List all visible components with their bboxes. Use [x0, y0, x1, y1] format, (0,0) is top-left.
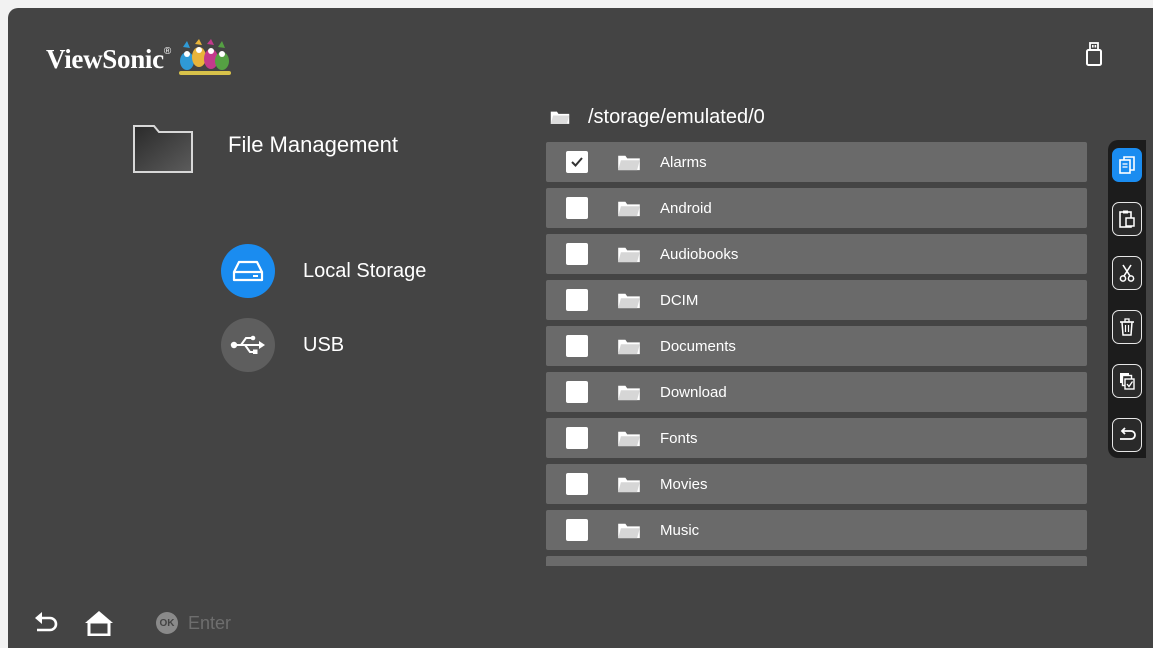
row-checkbox[interactable]: [566, 381, 588, 403]
usb-icon: [221, 318, 275, 372]
cut-icon: [1119, 264, 1135, 282]
source-usb[interactable]: USB: [221, 318, 344, 372]
logo-text: ViewSonic: [46, 43, 164, 74]
checkmark-icon: [571, 157, 583, 167]
row-checkbox[interactable]: [566, 243, 588, 265]
folder-icon: [618, 385, 640, 401]
row-checkbox[interactable]: [566, 519, 588, 541]
file-name: Audiobooks: [660, 245, 739, 263]
file-row[interactable]: Movies: [546, 464, 1087, 504]
file-row-partial[interactable]: [546, 556, 1087, 566]
paste-icon: [1119, 210, 1135, 228]
folder-icon: [618, 201, 640, 217]
source-label: USB: [303, 333, 345, 356]
folder-icon: [550, 111, 570, 124]
viewsonic-logo: ViewSonic ®: [46, 34, 233, 84]
trash-icon: [1120, 318, 1134, 336]
file-name: Music: [660, 521, 700, 539]
row-checkbox[interactable]: [566, 427, 588, 449]
source-local-storage[interactable]: Local Storage: [221, 244, 426, 298]
file-row[interactable]: Download: [546, 372, 1087, 412]
return-icon: [1120, 427, 1136, 440]
file-row[interactable]: Documents: [546, 326, 1087, 366]
row-checkbox[interactable]: [566, 289, 588, 311]
file-name: Movies: [660, 475, 708, 493]
ok-button-icon: OK: [156, 612, 178, 634]
folder-icon: [618, 431, 640, 447]
row-checkbox[interactable]: [566, 151, 588, 173]
copy-button[interactable]: [1112, 148, 1142, 182]
back-arrow-icon[interactable]: [34, 612, 60, 634]
cut-button[interactable]: [1112, 256, 1142, 290]
file-name: Download: [660, 383, 727, 401]
file-name: Fonts: [660, 429, 698, 447]
row-checkbox[interactable]: [566, 335, 588, 357]
enter-label: Enter: [188, 612, 232, 633]
birds-logo-icon: [179, 39, 232, 75]
usb-stick-icon: [1086, 42, 1102, 66]
file-row[interactable]: Music: [546, 510, 1087, 550]
select-all-icon: [1120, 373, 1135, 390]
logo-mark: ®: [163, 46, 172, 57]
hard-drive-icon: [221, 244, 275, 298]
file-row[interactable]: Android: [546, 188, 1087, 228]
delete-button[interactable]: [1112, 310, 1142, 344]
path-breadcrumb: /storage/emulated/0: [550, 104, 765, 130]
row-checkbox[interactable]: [566, 473, 588, 495]
file-row[interactable]: Alarms: [546, 142, 1087, 182]
page-title: File Management: [228, 132, 398, 157]
row-checkbox[interactable]: [566, 197, 588, 219]
home-icon[interactable]: [84, 610, 114, 636]
file-row[interactable]: Audiobooks: [546, 234, 1087, 274]
file-list[interactable]: Alarms Android Audiobooks DCIM Documents Down…: [546, 142, 1087, 566]
copy-icon: [1119, 156, 1135, 174]
file-row[interactable]: Fonts: [546, 418, 1087, 458]
folder-icon: [618, 523, 640, 539]
bottom-nav-bar: OK Enter: [34, 608, 231, 638]
file-row[interactable]: DCIM: [546, 280, 1087, 320]
paste-button[interactable]: [1112, 202, 1142, 236]
select-all-button[interactable]: [1112, 364, 1142, 398]
file-name: Alarms: [660, 153, 707, 171]
current-path: /storage/emulated/0: [588, 105, 765, 128]
folder-icon: [618, 477, 640, 493]
folder-icon: [618, 247, 640, 263]
folder-icon: [618, 339, 640, 355]
back-button[interactable]: [1112, 418, 1142, 452]
folder-icon: [133, 125, 193, 173]
screen: ViewSonic ® File Management Local Storag…: [8, 8, 1153, 648]
file-name: Android: [660, 199, 712, 217]
source-label: Local Storage: [303, 259, 427, 282]
action-bar: [1108, 140, 1146, 458]
file-name: DCIM: [660, 291, 699, 309]
folder-icon: [618, 155, 640, 171]
file-name: Documents: [660, 337, 736, 355]
folder-icon: [618, 293, 640, 309]
